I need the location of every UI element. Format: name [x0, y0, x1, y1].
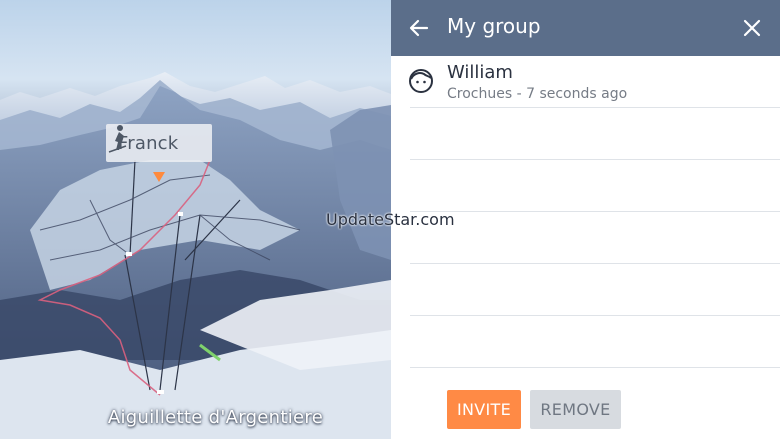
page-title: My group [447, 14, 541, 38]
member-name: William [447, 62, 513, 83]
empty-row [410, 160, 780, 212]
empty-row [410, 264, 780, 316]
location-pin [153, 172, 165, 182]
close-icon[interactable] [742, 18, 762, 38]
place-label: Aiguillette d'Argentiere [107, 407, 324, 428]
empty-row [410, 212, 780, 264]
remove-button[interactable]: REMOVE [530, 390, 621, 429]
map-view[interactable]: Franck Aiguillette d'Argentiere [0, 0, 391, 439]
group-panel: My group William Crochues - 7 seconds ag… [391, 0, 780, 439]
member-row-william[interactable]: William Crochues - 7 seconds ago [409, 56, 780, 108]
invite-button[interactable]: INVITE [447, 390, 521, 429]
panel-header: My group [391, 0, 780, 56]
member-list: William Crochues - 7 seconds ago [391, 56, 780, 368]
arrow-left-icon[interactable] [407, 16, 431, 40]
empty-row [410, 316, 780, 368]
terrain-illustration [0, 72, 391, 439]
skier-icon [108, 125, 127, 153]
member-status: Crochues - 7 seconds ago [447, 86, 628, 102]
face-icon [409, 69, 433, 93]
empty-row [410, 108, 780, 160]
user-location-tag[interactable]: Franck [106, 124, 212, 162]
